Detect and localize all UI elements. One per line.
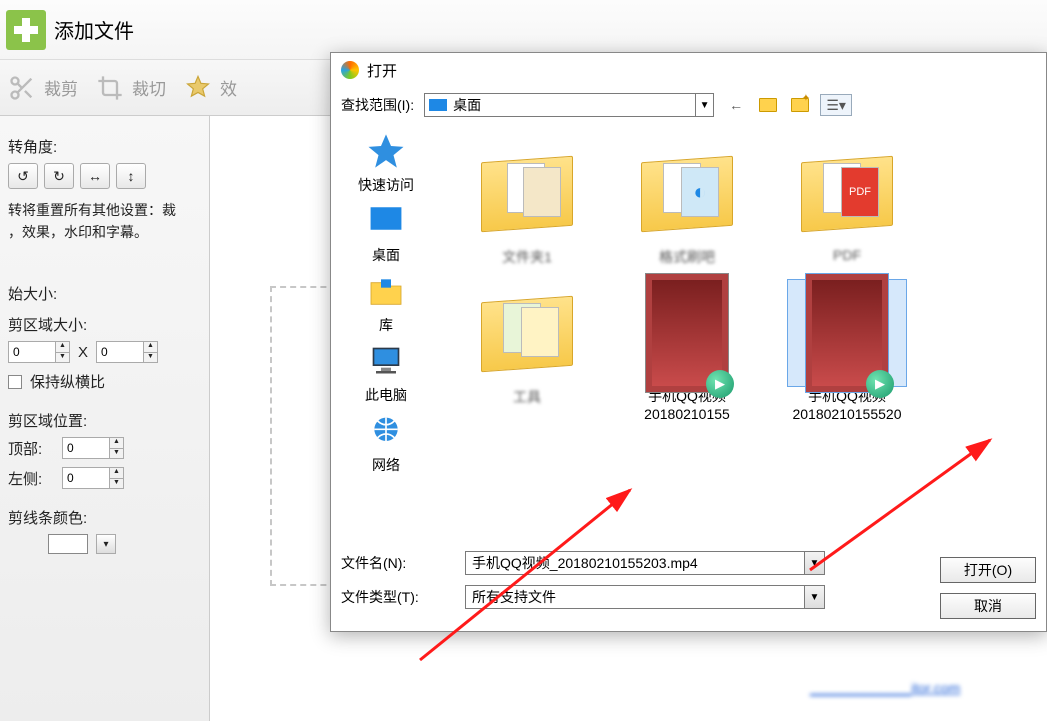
look-in-select[interactable]: 桌面 ▼	[424, 93, 714, 117]
app-icon	[341, 61, 359, 79]
open-file-dialog: 打开 查找范围(I): 桌面 ▼ ← ☰▾ 快速访问 桌面	[330, 52, 1047, 632]
view-menu-button[interactable]: ☰▾	[820, 94, 852, 116]
left-label: 左侧:	[8, 468, 54, 489]
chevron-down-icon[interactable]: ▼	[804, 552, 824, 574]
place-desktop[interactable]: 桌面	[364, 201, 408, 265]
left-input[interactable]	[62, 467, 110, 489]
cut-label: 裁切	[132, 75, 166, 100]
crop-width-field[interactable]: ▲▼	[8, 341, 70, 363]
scissors-icon	[8, 74, 36, 102]
top-input[interactable]	[62, 437, 110, 459]
filename-value: 手机QQ视频_20180210155203.mp4	[472, 553, 698, 573]
crop-icon	[96, 74, 124, 102]
effect-label: 效	[220, 75, 237, 100]
flip-v-button[interactable]: ↕	[116, 163, 146, 189]
new-folder-button[interactable]	[788, 94, 812, 116]
file-area[interactable]: 文件夹1 ◐ 格式刷吧 PDF PDF 工具 ▶ 手机QQ视频201802101…	[441, 123, 1046, 545]
chevron-down-icon[interactable]: ▼	[804, 586, 824, 608]
folder-label: 工具	[457, 387, 597, 407]
desktop-icon	[429, 99, 447, 111]
place-label: 库	[379, 315, 393, 335]
place-quick-access[interactable]: 快速访问	[358, 131, 414, 195]
star-icon	[184, 74, 212, 102]
folder-label: 格式刷吧	[617, 247, 757, 267]
rotate-label: 转角度:	[8, 136, 201, 157]
left-field[interactable]: ▲▼	[62, 467, 124, 489]
folder-item[interactable]: 文件夹1	[451, 139, 603, 267]
folder-item[interactable]: PDF PDF	[771, 139, 923, 267]
folder-item[interactable]: 工具	[451, 279, 603, 423]
back-button[interactable]: ←	[724, 94, 748, 116]
orig-size-label: 始大小:	[8, 283, 201, 304]
look-in-label: 查找范围(I):	[341, 95, 414, 115]
place-label: 网络	[372, 455, 400, 475]
open-button[interactable]: 打开(O)	[940, 557, 1036, 583]
crop-width-input[interactable]	[8, 341, 56, 363]
place-library[interactable]: 库	[364, 271, 408, 335]
folder-label: PDF	[777, 247, 917, 263]
top-field[interactable]: ▲▼	[62, 437, 124, 459]
add-file-icon[interactable]	[6, 10, 46, 50]
flip-h-button[interactable]: ↔	[80, 163, 110, 189]
keep-ratio-label: 保持纵横比	[30, 371, 105, 392]
crop-pos-label: 剪区域位置:	[8, 410, 201, 431]
look-in-value: 桌面	[453, 95, 481, 115]
play-icon: ▶	[706, 370, 734, 398]
app-header: 添加文件	[0, 0, 1047, 60]
x-separator: X	[78, 344, 88, 361]
rotate-ccw-button[interactable]: ↺	[8, 163, 38, 189]
folder-label: 文件夹1	[457, 247, 597, 267]
place-label: 快速访问	[358, 175, 414, 195]
video-label-2: 20180210155520	[777, 405, 917, 423]
video-label-2: 20180210155	[617, 405, 757, 423]
chevron-down-icon: ▼	[695, 94, 713, 116]
crop-label: 裁剪	[44, 75, 78, 100]
line-color-label: 剪线条颜色:	[8, 507, 201, 528]
video-item-selected[interactable]: ▶ 手机QQ视频20180210155520	[771, 279, 923, 423]
left-panel: 转角度: ↺ ↻ ↔ ↕ 转将重置所有其他设置：裁 ，效果，水印和字幕。 始大小…	[0, 116, 210, 721]
crop-size-label: 剪区域大小:	[8, 314, 201, 335]
keep-ratio-checkbox[interactable]	[8, 375, 22, 389]
filetype-label: 文件类型(T):	[341, 587, 451, 607]
filetype-combo[interactable]: 所有支持文件 ▼	[465, 585, 825, 609]
rotate-cw-button[interactable]: ↻	[44, 163, 74, 189]
dialog-titlebar: 打开	[331, 53, 1046, 87]
watermark-link[interactable]: _____________itor.com	[810, 680, 960, 696]
filename-label: 文件名(N):	[341, 553, 451, 573]
rotate-hint: 转将重置所有其他设置：裁 ，效果，水印和字幕。	[8, 199, 201, 243]
crop-height-field[interactable]: ▲▼	[96, 341, 158, 363]
crop-height-input[interactable]	[96, 341, 144, 363]
color-swatch[interactable]	[48, 534, 88, 554]
cancel-button[interactable]: 取消	[940, 593, 1036, 619]
place-label: 桌面	[372, 245, 400, 265]
video-item[interactable]: ▶ 手机QQ视频20180210155	[611, 279, 763, 423]
cut-tool[interactable]: 裁切	[96, 74, 166, 102]
folder-item[interactable]: ◐ 格式刷吧	[611, 139, 763, 267]
place-this-pc[interactable]: 此电脑	[364, 341, 408, 405]
play-icon: ▶	[866, 370, 894, 398]
crop-tool[interactable]: 裁剪	[8, 74, 78, 102]
dialog-title: 打开	[367, 60, 397, 81]
filename-combo[interactable]: 手机QQ视频_20180210155203.mp4 ▼	[465, 551, 825, 575]
add-file-label: 添加文件	[54, 15, 134, 44]
places-sidebar: 快速访问 桌面 库 此电脑 网络	[331, 123, 441, 545]
place-network[interactable]: 网络	[364, 411, 408, 475]
top-label: 顶部:	[8, 438, 54, 459]
filetype-value: 所有支持文件	[472, 587, 556, 607]
up-button[interactable]	[756, 94, 780, 116]
effect-tool[interactable]: 效	[184, 74, 237, 102]
color-dropdown-button[interactable]: ▾	[96, 534, 116, 554]
place-label: 此电脑	[365, 385, 407, 405]
